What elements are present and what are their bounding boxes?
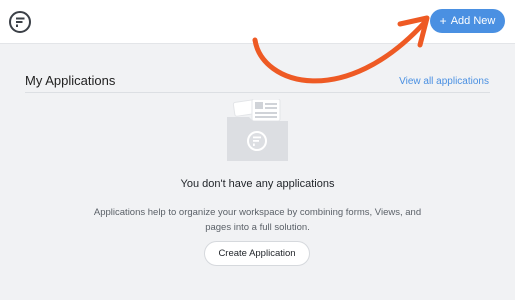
formidable-logo-icon[interactable] [9, 11, 31, 33]
empty-state-title: You don't have any applications [180, 178, 335, 190]
empty-state-description: Applications help to organize your works… [93, 207, 422, 233]
plus-icon: + [439, 14, 447, 28]
divider [25, 92, 490, 93]
add-new-button[interactable]: + Add New [430, 9, 505, 33]
create-application-button[interactable]: Create Application [204, 241, 310, 266]
top-bar: + Add New [0, 0, 515, 44]
folder-with-documents-icon [227, 99, 288, 161]
add-new-label: Add New [450, 15, 496, 27]
section-title: My Applications [25, 73, 116, 88]
view-all-applications-link[interactable]: View all applications [399, 76, 489, 87]
